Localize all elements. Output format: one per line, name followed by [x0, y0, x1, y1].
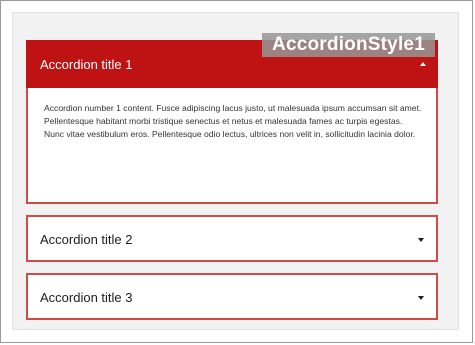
accordion-item-2: Accordion title 2 [26, 215, 438, 262]
chevron-down-icon[interactable] [418, 237, 424, 242]
accordion-item-1: Accordion title 1 Accordion number 1 con… [26, 40, 438, 204]
accordion-title-3: Accordion title 3 [40, 290, 133, 305]
chevron-down-icon[interactable] [418, 295, 424, 300]
accordion-item-3: Accordion title 3 [26, 273, 438, 320]
accordion-header-2[interactable]: Accordion title 2 [28, 217, 436, 262]
accordion-content-1: Accordion number 1 content. Fusce adipis… [44, 103, 422, 140]
accordion-title-2: Accordion title 2 [40, 232, 133, 247]
chevron-up-icon[interactable] [420, 62, 426, 66]
accordion-title-1: Accordion title 1 [40, 56, 133, 72]
accordion-header-3[interactable]: Accordion title 3 [28, 275, 436, 320]
style-watermark-label: AccordionStyle1 [262, 33, 435, 57]
